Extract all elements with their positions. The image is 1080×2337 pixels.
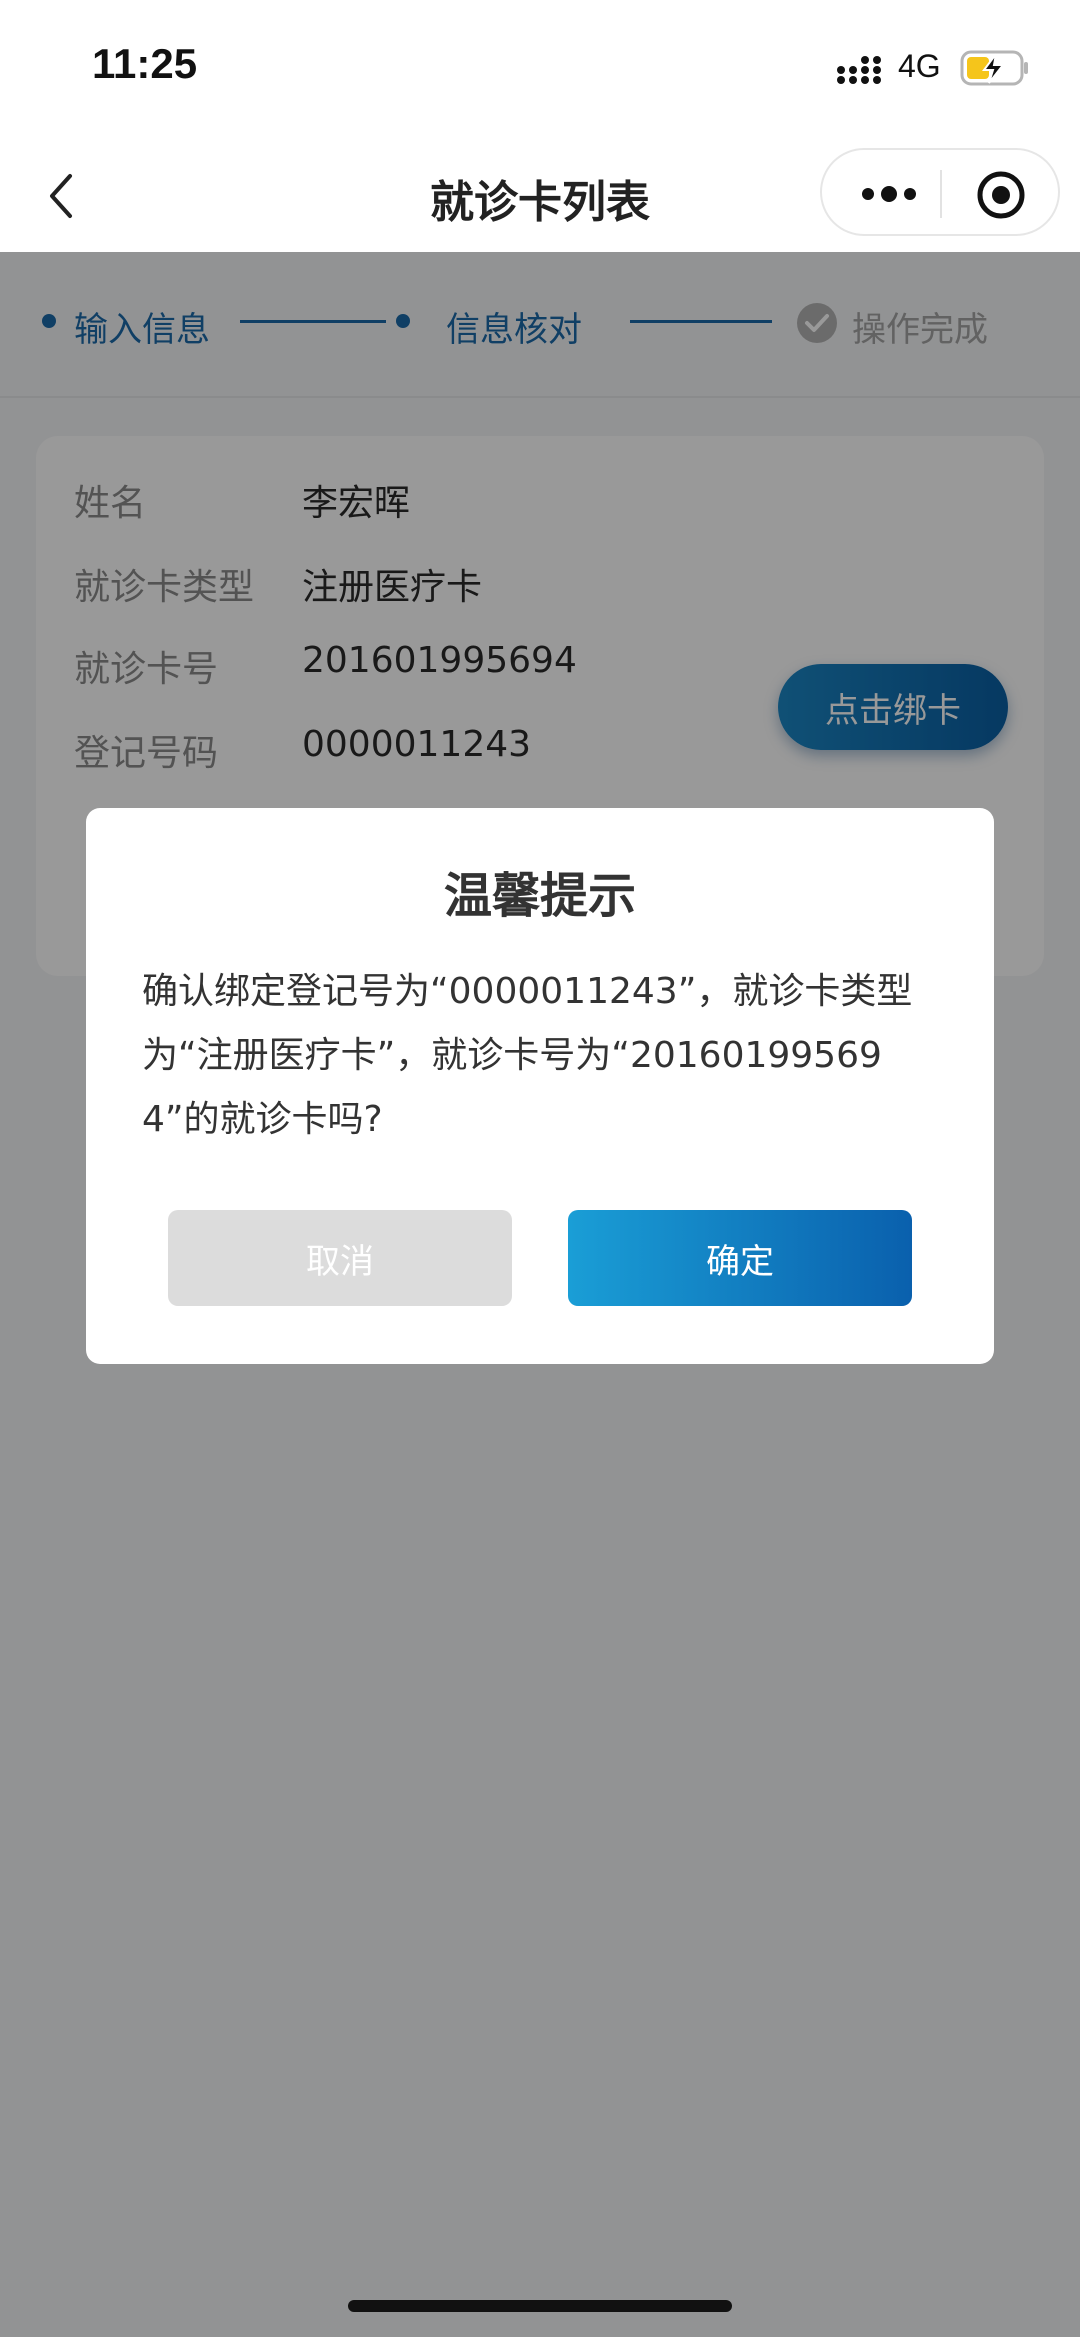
cancel-button[interactable]: 取消: [168, 1210, 512, 1306]
confirm-button[interactable]: 确定: [568, 1210, 912, 1306]
home-indicator[interactable]: [348, 2300, 732, 2312]
status-time: 11:25: [92, 40, 198, 87]
dialog-message: 确认绑定登记号为“0000011243”，就诊卡类型为“注册医疗卡”，就诊卡号为…: [142, 971, 913, 1140]
signal-icon: [837, 56, 881, 84]
app-screen: 11:25 4G 就诊卡列表 输入信息 信息核对 操作完成 姓名 李宏晖 就诊卡…: [0, 0, 1080, 2337]
battery-charging-icon: [960, 50, 1028, 86]
confirm-dialog: 温馨提示 确认绑定登记号为“0000011243”，就诊卡类型为“注册医疗卡”，…: [86, 808, 994, 1364]
more-icon[interactable]: [858, 176, 920, 212]
close-target-icon[interactable]: [976, 170, 1026, 220]
mini-program-capsule: [820, 148, 1060, 236]
nav-bar: 就诊卡列表: [0, 140, 1080, 252]
dialog-title: 温馨提示: [443, 868, 636, 924]
status-bar: 11:25 4G: [0, 0, 1080, 140]
network-label: 4G: [898, 48, 941, 84]
capsule-divider: [940, 170, 942, 218]
